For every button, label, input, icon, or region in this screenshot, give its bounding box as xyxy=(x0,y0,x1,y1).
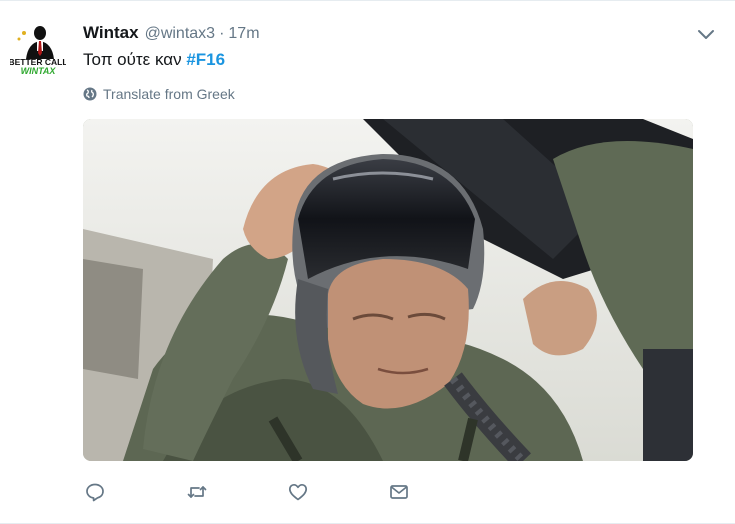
reply-button[interactable] xyxy=(83,480,107,504)
tweet-photo[interactable] xyxy=(83,119,693,461)
globe-icon xyxy=(83,87,97,101)
like-icon xyxy=(288,483,308,501)
tweet-timestamp[interactable]: 17m xyxy=(228,25,259,43)
tweet-text: Τοπ ούτε καν #F16 xyxy=(83,50,225,70)
retweet-icon xyxy=(187,486,207,498)
retweet-button[interactable] xyxy=(185,480,209,504)
avatar-text-line2: WINTAX xyxy=(21,66,57,76)
more-options-button[interactable] xyxy=(697,28,715,40)
author-handle[interactable]: @wintax3 xyxy=(145,25,216,43)
photo-icon xyxy=(83,119,693,461)
avatar[interactable]: BETTER CALL WINTAX xyxy=(10,19,66,77)
direct-message-button[interactable] xyxy=(387,480,411,504)
translate-label: Translate from Greek xyxy=(103,86,235,102)
like-button[interactable] xyxy=(286,480,310,504)
chevron-down-icon xyxy=(698,30,714,39)
header-separator: · xyxy=(219,25,225,42)
tweet-actions xyxy=(83,479,411,505)
envelope-icon xyxy=(390,485,408,499)
author-name[interactable]: Wintax xyxy=(83,23,139,43)
hashtag-link[interactable]: #F16 xyxy=(186,50,225,69)
reply-icon xyxy=(86,483,104,502)
tweet-header: Wintax @wintax3 · 17m xyxy=(83,23,260,45)
tweet-card[interactable]: BETTER CALL WINTAX Wintax @wintax3 · 17m… xyxy=(0,0,735,524)
translate-button[interactable]: Translate from Greek xyxy=(83,86,235,102)
tweet-text-body: Τοπ ούτε καν xyxy=(83,50,182,69)
avatar-image: BETTER CALL WINTAX xyxy=(10,19,66,77)
